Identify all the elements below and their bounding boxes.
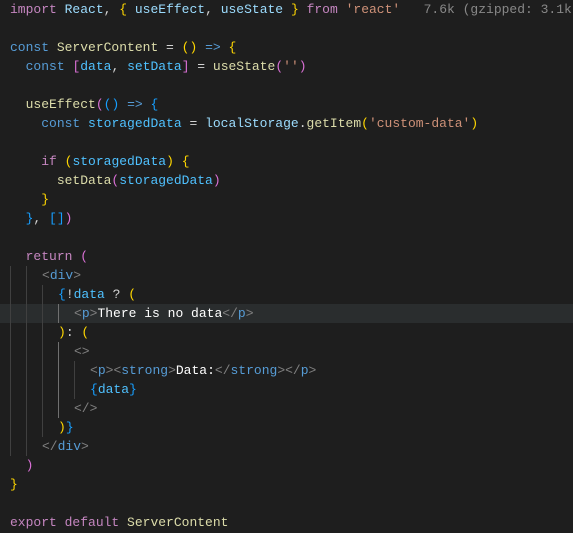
code-line[interactable]: [0, 76, 573, 95]
code-line[interactable]: import React, { useEffect, useState } fr…: [0, 0, 573, 19]
code-line[interactable]: }, []): [0, 209, 573, 228]
code-line[interactable]: <div>: [0, 266, 573, 285]
string: '': [283, 59, 299, 74]
code-line[interactable]: <p>There is no data</p>: [0, 304, 573, 323]
keyword-const: const: [10, 40, 49, 55]
code-line[interactable]: [0, 228, 573, 247]
code-line[interactable]: {!data ? (: [0, 285, 573, 304]
code-line[interactable]: ): (: [0, 323, 573, 342]
fn-call: useEffect: [26, 97, 96, 112]
keyword-if: if: [41, 154, 57, 169]
string: 'react': [346, 2, 401, 17]
identifier: React: [65, 2, 104, 17]
string: 'custom-data': [369, 116, 470, 131]
code-line[interactable]: <>: [0, 342, 573, 361]
code-line[interactable]: const ServerContent = () => {: [0, 38, 573, 57]
code-line[interactable]: </div>: [0, 437, 573, 456]
code-line[interactable]: [0, 19, 573, 38]
code-line[interactable]: </>: [0, 399, 573, 418]
identifier: setData: [127, 59, 182, 74]
code-line[interactable]: const [data, setData] = useState(''): [0, 57, 573, 76]
code-line[interactable]: [0, 133, 573, 152]
jsx-text: Data:: [176, 363, 215, 378]
code-line[interactable]: }: [0, 475, 573, 494]
keyword-return: return: [26, 249, 73, 264]
identifier: useState: [221, 2, 283, 17]
arrow: =>: [205, 40, 221, 55]
component-name: ServerContent: [57, 40, 158, 55]
code-line[interactable]: return (: [0, 247, 573, 266]
jsx-tag: strong: [121, 363, 168, 378]
code-line[interactable]: {data}: [0, 380, 573, 399]
jsx-tag: p: [82, 306, 90, 321]
code-line[interactable]: if (storagedData) {: [0, 152, 573, 171]
code-line[interactable]: const storagedData = localStorage.getIte…: [0, 114, 573, 133]
identifier: data: [80, 59, 111, 74]
keyword-default: default: [65, 515, 120, 530]
code-line[interactable]: ): [0, 456, 573, 475]
identifier: storagedData: [88, 116, 182, 131]
keyword-import: import: [10, 2, 57, 17]
identifier: localStorage: [205, 116, 299, 131]
import-size-hint: 7.6k (gzipped: 3.1k): [424, 2, 573, 17]
code-editor[interactable]: import React, { useEffect, useState } fr…: [0, 0, 573, 532]
jsx-tag: div: [50, 268, 73, 283]
fn-call: useState: [213, 59, 275, 74]
code-line[interactable]: export default ServerContent: [0, 513, 573, 532]
code-line[interactable]: )}: [0, 418, 573, 437]
code-line[interactable]: <p><strong>Data:</strong></p>: [0, 361, 573, 380]
keyword-export: export: [10, 515, 57, 530]
identifier: useEffect: [135, 2, 205, 17]
keyword-from: from: [307, 2, 338, 17]
code-line[interactable]: setData(storagedData): [0, 171, 573, 190]
code-line[interactable]: useEffect(() => {: [0, 95, 573, 114]
fn-call: setData: [57, 173, 112, 188]
fn-call: getItem: [307, 116, 362, 131]
code-line[interactable]: [0, 494, 573, 513]
jsx-text: There is no data: [97, 306, 222, 321]
code-line[interactable]: }: [0, 190, 573, 209]
